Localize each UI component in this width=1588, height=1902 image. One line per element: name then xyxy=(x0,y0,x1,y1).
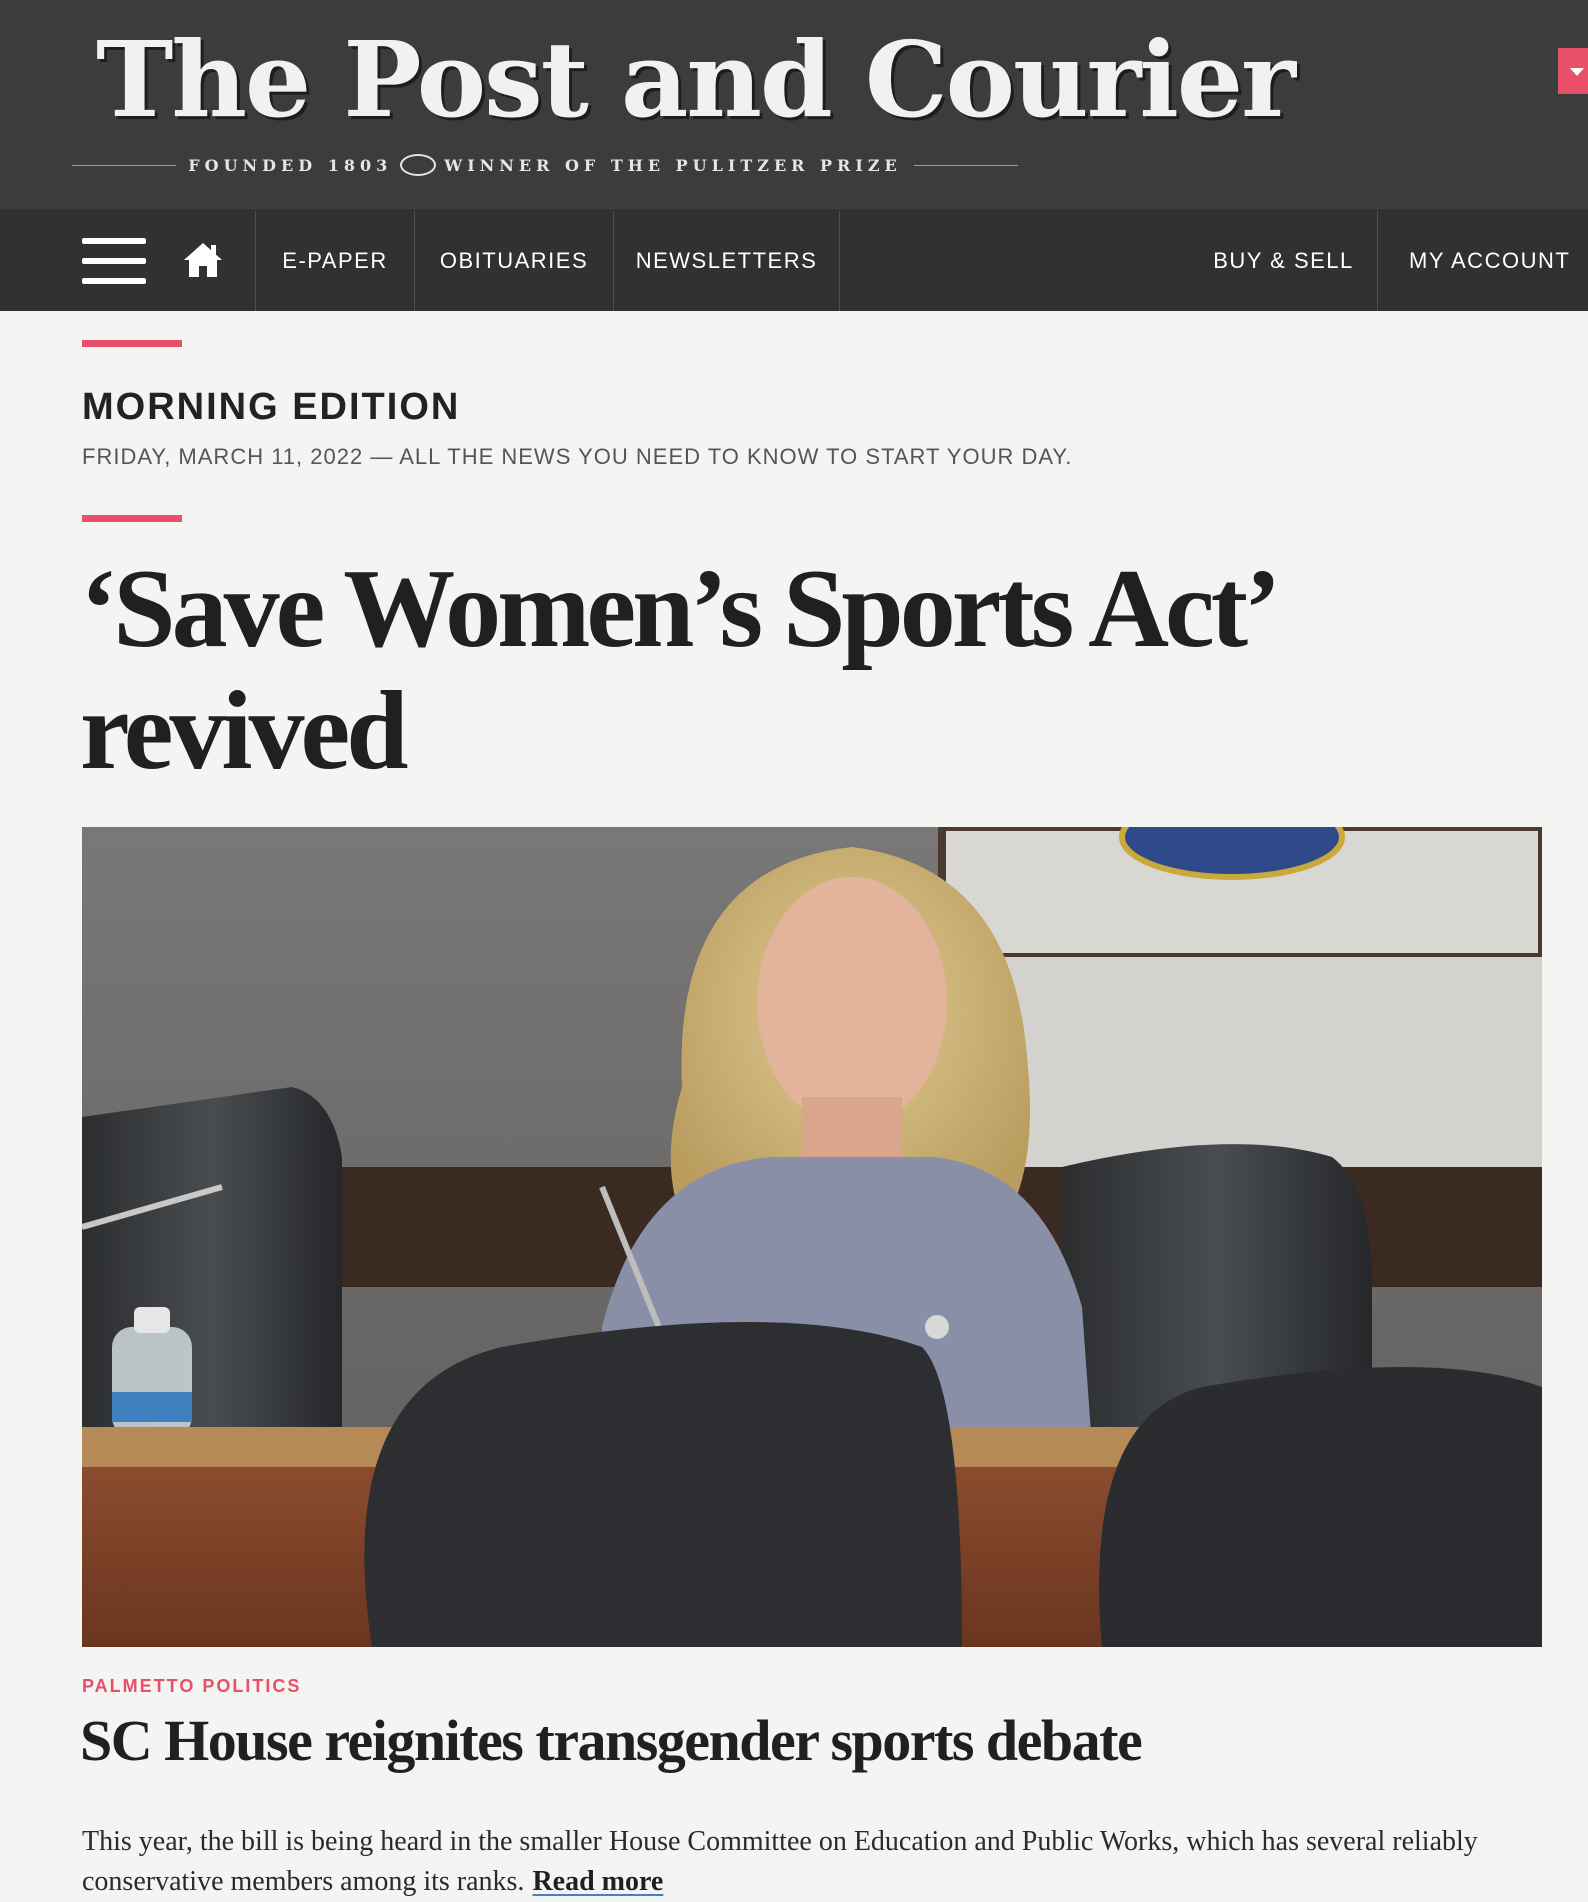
tagline-rule-right xyxy=(913,164,1018,166)
founded-text: FOUNDED 1803 xyxy=(188,155,393,175)
nav-buy-sell[interactable]: BUY & SELL xyxy=(1190,211,1377,311)
story-kicker[interactable]: PALMETTO POLITICS xyxy=(82,1676,301,1697)
nav-divider xyxy=(839,211,840,311)
masthead-tagline: FOUNDED 1803 WINNER OF THE PULITZER PRIZ… xyxy=(72,150,1018,180)
chevron-down-icon[interactable] xyxy=(1558,48,1588,94)
accent-rule xyxy=(82,515,182,522)
story-summary: This year, the bill is being heard in th… xyxy=(82,1822,1522,1902)
home-icon[interactable] xyxy=(182,241,224,279)
lead-headline[interactable]: ‘Save Women’s Sports Act’ revived xyxy=(80,548,1380,792)
site-logo[interactable]: The Post and Courier xyxy=(96,18,1296,143)
pulitzer-text: WINNER OF THE PULITZER PRIZE xyxy=(444,155,902,175)
tagline-rule-left xyxy=(72,164,177,166)
tagline-text: FOUNDED 1803 WINNER OF THE PULITZER PRIZ… xyxy=(176,154,913,176)
masthead: The Post and Courier FOUNDED 1803 WINNER… xyxy=(0,0,1588,210)
story-summary-text: This year, the bill is being heard in th… xyxy=(82,1826,1478,1897)
hero-photo[interactable] xyxy=(82,827,1542,1647)
edition-date: FRIDAY, MARCH 11, 2022 — ALL THE NEWS YO… xyxy=(82,444,1073,469)
nav-newsletters[interactable]: NEWSLETTERS xyxy=(614,211,839,311)
hamburger-menu-icon[interactable] xyxy=(82,238,146,284)
main-nav: E-PAPER OBITUARIES NEWSLETTERS BUY & SEL… xyxy=(0,210,1588,311)
seal-icon xyxy=(400,154,437,176)
nav-my-account[interactable]: MY ACCOUNT xyxy=(1378,211,1588,311)
story-title[interactable]: SC House reignites transgender sports de… xyxy=(80,1706,1143,1776)
nav-epaper[interactable]: E-PAPER xyxy=(256,211,414,311)
hero-photo-illustration xyxy=(82,827,1542,1647)
nav-obituaries[interactable]: OBITUARIES xyxy=(415,211,613,311)
accent-rule xyxy=(82,340,182,347)
edition-title: MORNING EDITION xyxy=(82,386,461,428)
read-more-link[interactable]: Read more xyxy=(532,1866,663,1897)
